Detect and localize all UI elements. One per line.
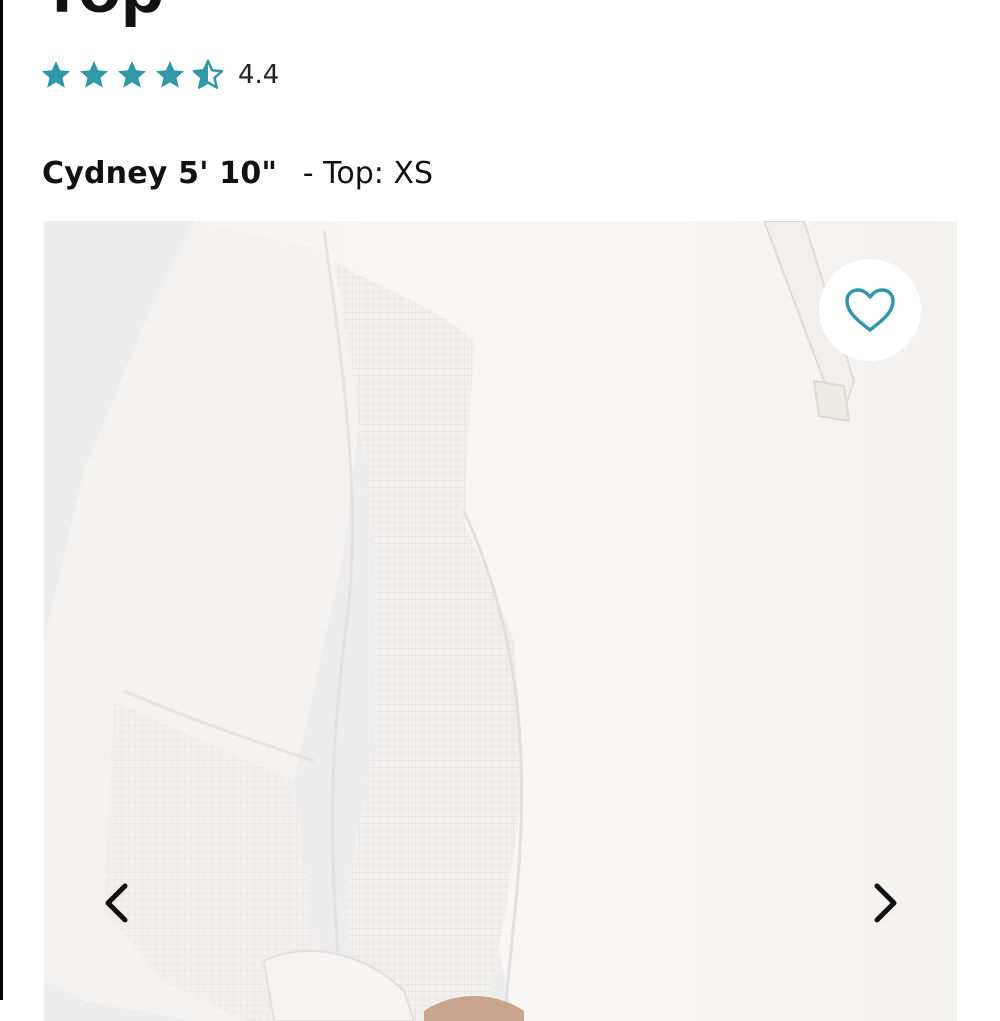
star-icon xyxy=(80,61,108,88)
heart-icon xyxy=(845,288,895,332)
rating-stars xyxy=(40,59,224,91)
favorite-button[interactable] xyxy=(819,259,921,361)
half-star-icon xyxy=(192,59,224,89)
rating-value: 4.4 xyxy=(238,60,280,90)
model-size: - Top: XS xyxy=(302,156,434,191)
star-icon xyxy=(42,61,70,88)
product-photo xyxy=(44,221,957,1021)
model-info: Cydney 5' 10" - Top: XS xyxy=(42,154,433,194)
product-title: Top xyxy=(40,0,165,24)
star-icon xyxy=(118,61,146,88)
model-name: Cydney 5' 10" xyxy=(42,156,278,191)
previous-image-button[interactable] xyxy=(86,873,146,933)
next-image-button[interactable] xyxy=(856,873,916,933)
product-rating: 4.4 xyxy=(40,55,279,95)
chevron-left-icon xyxy=(105,883,128,923)
chevron-right-icon xyxy=(874,883,897,923)
product-image-gallery[interactable] xyxy=(44,221,957,1021)
star-icon xyxy=(156,61,184,88)
page-left-border xyxy=(0,0,3,1000)
